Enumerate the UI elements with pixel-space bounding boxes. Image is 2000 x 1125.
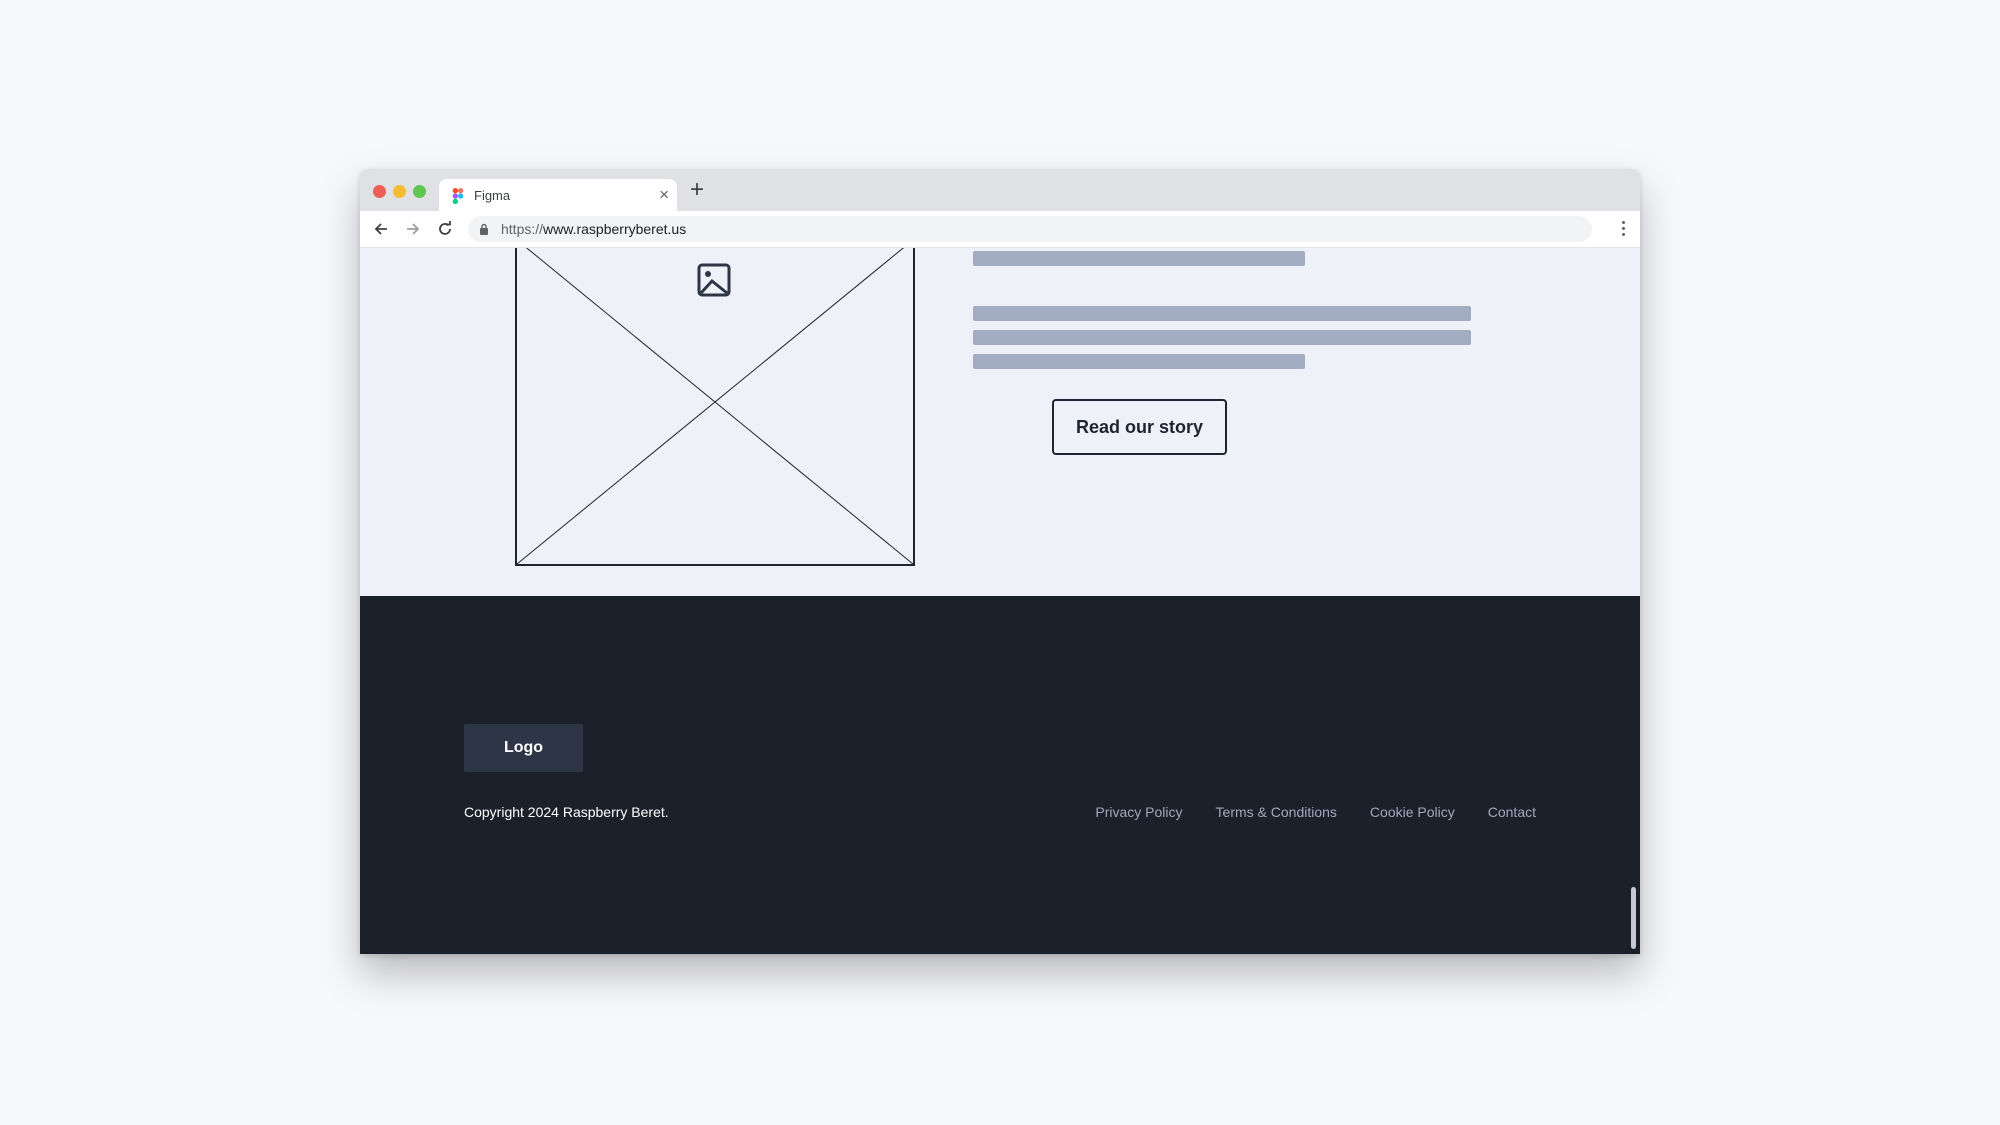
- footer-link-contact[interactable]: Contact: [1488, 804, 1536, 820]
- page-content: Read our story Logo Copyright 2024 Raspb…: [360, 248, 1640, 954]
- tab-strip: Figma × +: [360, 169, 1640, 211]
- text-skeleton-line: [973, 306, 1471, 321]
- arrow-right-icon[interactable]: [403, 219, 423, 239]
- arrow-left-icon[interactable]: [371, 219, 391, 239]
- window-maximize-button[interactable]: [413, 185, 426, 198]
- footer-link-terms-conditions[interactable]: Terms & Conditions: [1216, 804, 1337, 820]
- browser-toolbar: https://www.raspberryberet.us: [360, 211, 1640, 248]
- text-skeleton-line: [973, 330, 1471, 345]
- text-skeleton-line: [973, 251, 1305, 266]
- scrollbar-thumb[interactable]: [1631, 887, 1636, 949]
- image-placeholder: [515, 248, 915, 566]
- footer-link-cookie-policy[interactable]: Cookie Policy: [1370, 804, 1455, 820]
- footer-links: Privacy Policy Terms & Conditions Cookie…: [1095, 804, 1536, 820]
- close-icon[interactable]: ×: [659, 185, 669, 205]
- text-skeleton-line: [973, 354, 1305, 369]
- plus-icon[interactable]: +: [690, 177, 704, 203]
- address-bar[interactable]: https://www.raspberryberet.us: [468, 216, 1592, 242]
- image-icon: [696, 262, 732, 298]
- read-our-story-button[interactable]: Read our story: [1052, 399, 1227, 455]
- kebab-menu-icon[interactable]: [1622, 221, 1626, 237]
- reload-icon[interactable]: [435, 219, 455, 239]
- browser-window: Figma × + https://www.raspberryberet.us: [360, 169, 1640, 954]
- footer-logo[interactable]: Logo: [464, 724, 583, 772]
- browser-tab-figma[interactable]: Figma ×: [439, 179, 677, 211]
- footer-link-privacy-policy[interactable]: Privacy Policy: [1095, 804, 1182, 820]
- address-url: https://www.raspberryberet.us: [501, 221, 687, 237]
- site-footer: Logo Copyright 2024 Raspberry Beret. Pri…: [360, 596, 1640, 954]
- window-minimize-button[interactable]: [393, 185, 406, 198]
- window-close-button[interactable]: [373, 185, 386, 198]
- copyright-text: Copyright 2024 Raspberry Beret.: [464, 804, 669, 820]
- figma-logo-icon: [452, 188, 464, 204]
- tab-title: Figma: [474, 188, 511, 203]
- lock-icon: [480, 223, 488, 235]
